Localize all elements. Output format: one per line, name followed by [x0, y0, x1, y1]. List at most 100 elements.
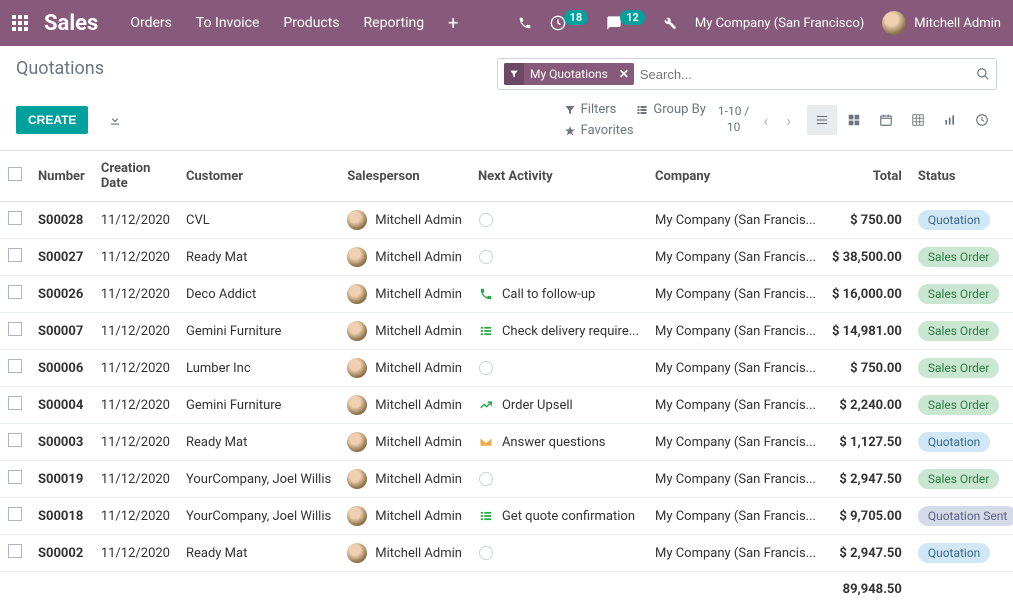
row-checkbox[interactable]: [8, 211, 22, 225]
table-row[interactable]: S0002711/12/2020Ready MatMitchell AdminM…: [0, 239, 1013, 276]
cell-date: 11/12/2020: [93, 313, 178, 350]
cell-salesperson: Mitchell Admin: [339, 239, 470, 276]
table-row[interactable]: S0001911/12/2020YourCompany, Joel Willis…: [0, 461, 1013, 498]
row-checkbox[interactable]: [8, 470, 22, 484]
activity-empty-icon[interactable]: [478, 213, 494, 227]
col-customer[interactable]: Customer: [178, 151, 339, 202]
cell-activity[interactable]: [470, 535, 647, 572]
table-row[interactable]: S0000211/12/2020Ready MatMitchell AdminM…: [0, 535, 1013, 572]
facet-remove-icon[interactable]: ✕: [614, 67, 634, 81]
row-checkbox[interactable]: [8, 507, 22, 521]
cell-activity[interactable]: [470, 202, 647, 239]
table-row[interactable]: S0000411/12/2020Gemini FurnitureMitchell…: [0, 387, 1013, 424]
pager-range[interactable]: 1-10 /: [718, 104, 749, 120]
row-checkbox[interactable]: [8, 285, 22, 299]
phone-icon[interactable]: [518, 16, 532, 30]
filters-button[interactable]: Filters: [564, 102, 617, 117]
search-icon[interactable]: [976, 67, 990, 81]
table-row[interactable]: S0000311/12/2020Ready MatMitchell AdminA…: [0, 424, 1013, 461]
clock-activities[interactable]: 18: [550, 15, 589, 31]
cell-activity[interactable]: [470, 239, 647, 276]
app-brand[interactable]: Sales: [44, 11, 98, 36]
cell-salesperson: Mitchell Admin: [339, 461, 470, 498]
wrench-icon[interactable]: [663, 16, 677, 30]
nav-products[interactable]: Products: [283, 15, 339, 31]
cell-customer: Ready Mat: [178, 239, 339, 276]
cell-status: Sales Order: [910, 387, 1013, 424]
activity-empty-icon[interactable]: [478, 361, 494, 375]
table-row[interactable]: S0000711/12/2020Gemini FurnitureMitchell…: [0, 313, 1013, 350]
cell-activity[interactable]: Answer questions: [470, 424, 647, 461]
activity-empty-icon[interactable]: [478, 250, 494, 264]
activity-empty-icon[interactable]: [479, 213, 493, 227]
col-activity[interactable]: Next Activity: [470, 151, 647, 202]
plus-icon[interactable]: +: [448, 13, 458, 34]
col-status[interactable]: Status: [910, 151, 1013, 202]
status-badge: Sales Order: [918, 358, 1000, 378]
status-badge: Sales Order: [918, 284, 1000, 304]
row-checkbox[interactable]: [8, 544, 22, 558]
view-list-icon[interactable]: [807, 105, 837, 135]
cell-status: Sales Order: [910, 239, 1013, 276]
user-menu[interactable]: Mitchell Admin: [882, 11, 1001, 35]
activity-list-icon[interactable]: [478, 324, 494, 338]
row-checkbox[interactable]: [8, 248, 22, 262]
cell-total: $ 2,240.00: [824, 387, 910, 424]
view-pivot-icon[interactable]: [903, 105, 933, 135]
cell-company: My Company (San Francis...: [647, 461, 824, 498]
view-graph-icon[interactable]: [935, 105, 965, 135]
row-checkbox[interactable]: [8, 396, 22, 410]
chat-messages[interactable]: 12: [606, 15, 645, 31]
row-checkbox[interactable]: [8, 433, 22, 447]
cell-activity[interactable]: Check delivery require...: [470, 313, 647, 350]
cell-salesperson: Mitchell Admin: [339, 498, 470, 535]
col-total[interactable]: Total: [824, 151, 910, 202]
nav-reporting[interactable]: Reporting: [364, 15, 425, 31]
cell-activity[interactable]: Order Upsell: [470, 387, 647, 424]
table-row[interactable]: S0001811/12/2020YourCompany, Joel Willis…: [0, 498, 1013, 535]
search-bar[interactable]: My Quotations ✕: [497, 58, 997, 90]
view-calendar-icon[interactable]: [871, 105, 901, 135]
cell-activity[interactable]: Get quote confirmation: [470, 498, 647, 535]
cell-total: $ 1,127.50: [824, 424, 910, 461]
nav-to-invoice[interactable]: To Invoice: [196, 15, 260, 31]
groupby-button[interactable]: Group By: [636, 102, 706, 117]
table-row[interactable]: S0002611/12/2020Deco AddictMitchell Admi…: [0, 276, 1013, 313]
activity-chart-icon[interactable]: [478, 398, 494, 412]
activity-empty-icon[interactable]: [479, 472, 493, 486]
pager-next-icon[interactable]: ›: [782, 107, 795, 134]
activity-empty-icon[interactable]: [479, 361, 493, 375]
company-selector[interactable]: My Company (San Francisco): [695, 16, 864, 31]
activity-phone-icon[interactable]: [478, 287, 494, 301]
col-number[interactable]: Number: [30, 151, 93, 202]
table-row[interactable]: S0000611/12/2020Lumber IncMitchell Admin…: [0, 350, 1013, 387]
apps-icon[interactable]: [12, 15, 28, 31]
activity-mail-icon[interactable]: [478, 435, 494, 449]
activity-empty-icon[interactable]: [479, 546, 493, 560]
table-row[interactable]: S0002811/12/2020CVLMitchell AdminMy Comp…: [0, 202, 1013, 239]
row-checkbox[interactable]: [8, 359, 22, 373]
cell-total: $ 2,947.50: [824, 535, 910, 572]
col-date[interactable]: Creation Date: [93, 151, 178, 202]
col-salesperson[interactable]: Salesperson: [339, 151, 470, 202]
import-icon[interactable]: [108, 113, 122, 127]
activity-list-icon[interactable]: [478, 509, 494, 523]
activity-empty-icon[interactable]: [478, 546, 494, 560]
favorites-button[interactable]: Favorites: [564, 123, 634, 138]
view-activity-icon[interactable]: [967, 105, 997, 135]
activity-empty-icon[interactable]: [478, 472, 494, 486]
col-company[interactable]: Company: [647, 151, 824, 202]
nav-orders[interactable]: Orders: [130, 15, 172, 31]
cell-activity[interactable]: Call to follow-up: [470, 276, 647, 313]
cell-activity[interactable]: [470, 461, 647, 498]
create-button[interactable]: CREATE: [16, 106, 88, 134]
select-all-checkbox[interactable]: [8, 167, 22, 181]
activity-empty-icon[interactable]: [479, 250, 493, 264]
view-kanban-icon[interactable]: [839, 105, 869, 135]
search-input[interactable]: [640, 67, 970, 82]
cell-number: S00028: [30, 202, 93, 239]
row-checkbox[interactable]: [8, 322, 22, 336]
cell-activity[interactable]: [470, 350, 647, 387]
cell-company: My Company (San Francis...: [647, 202, 824, 239]
pager-prev-icon[interactable]: ‹: [759, 107, 772, 134]
